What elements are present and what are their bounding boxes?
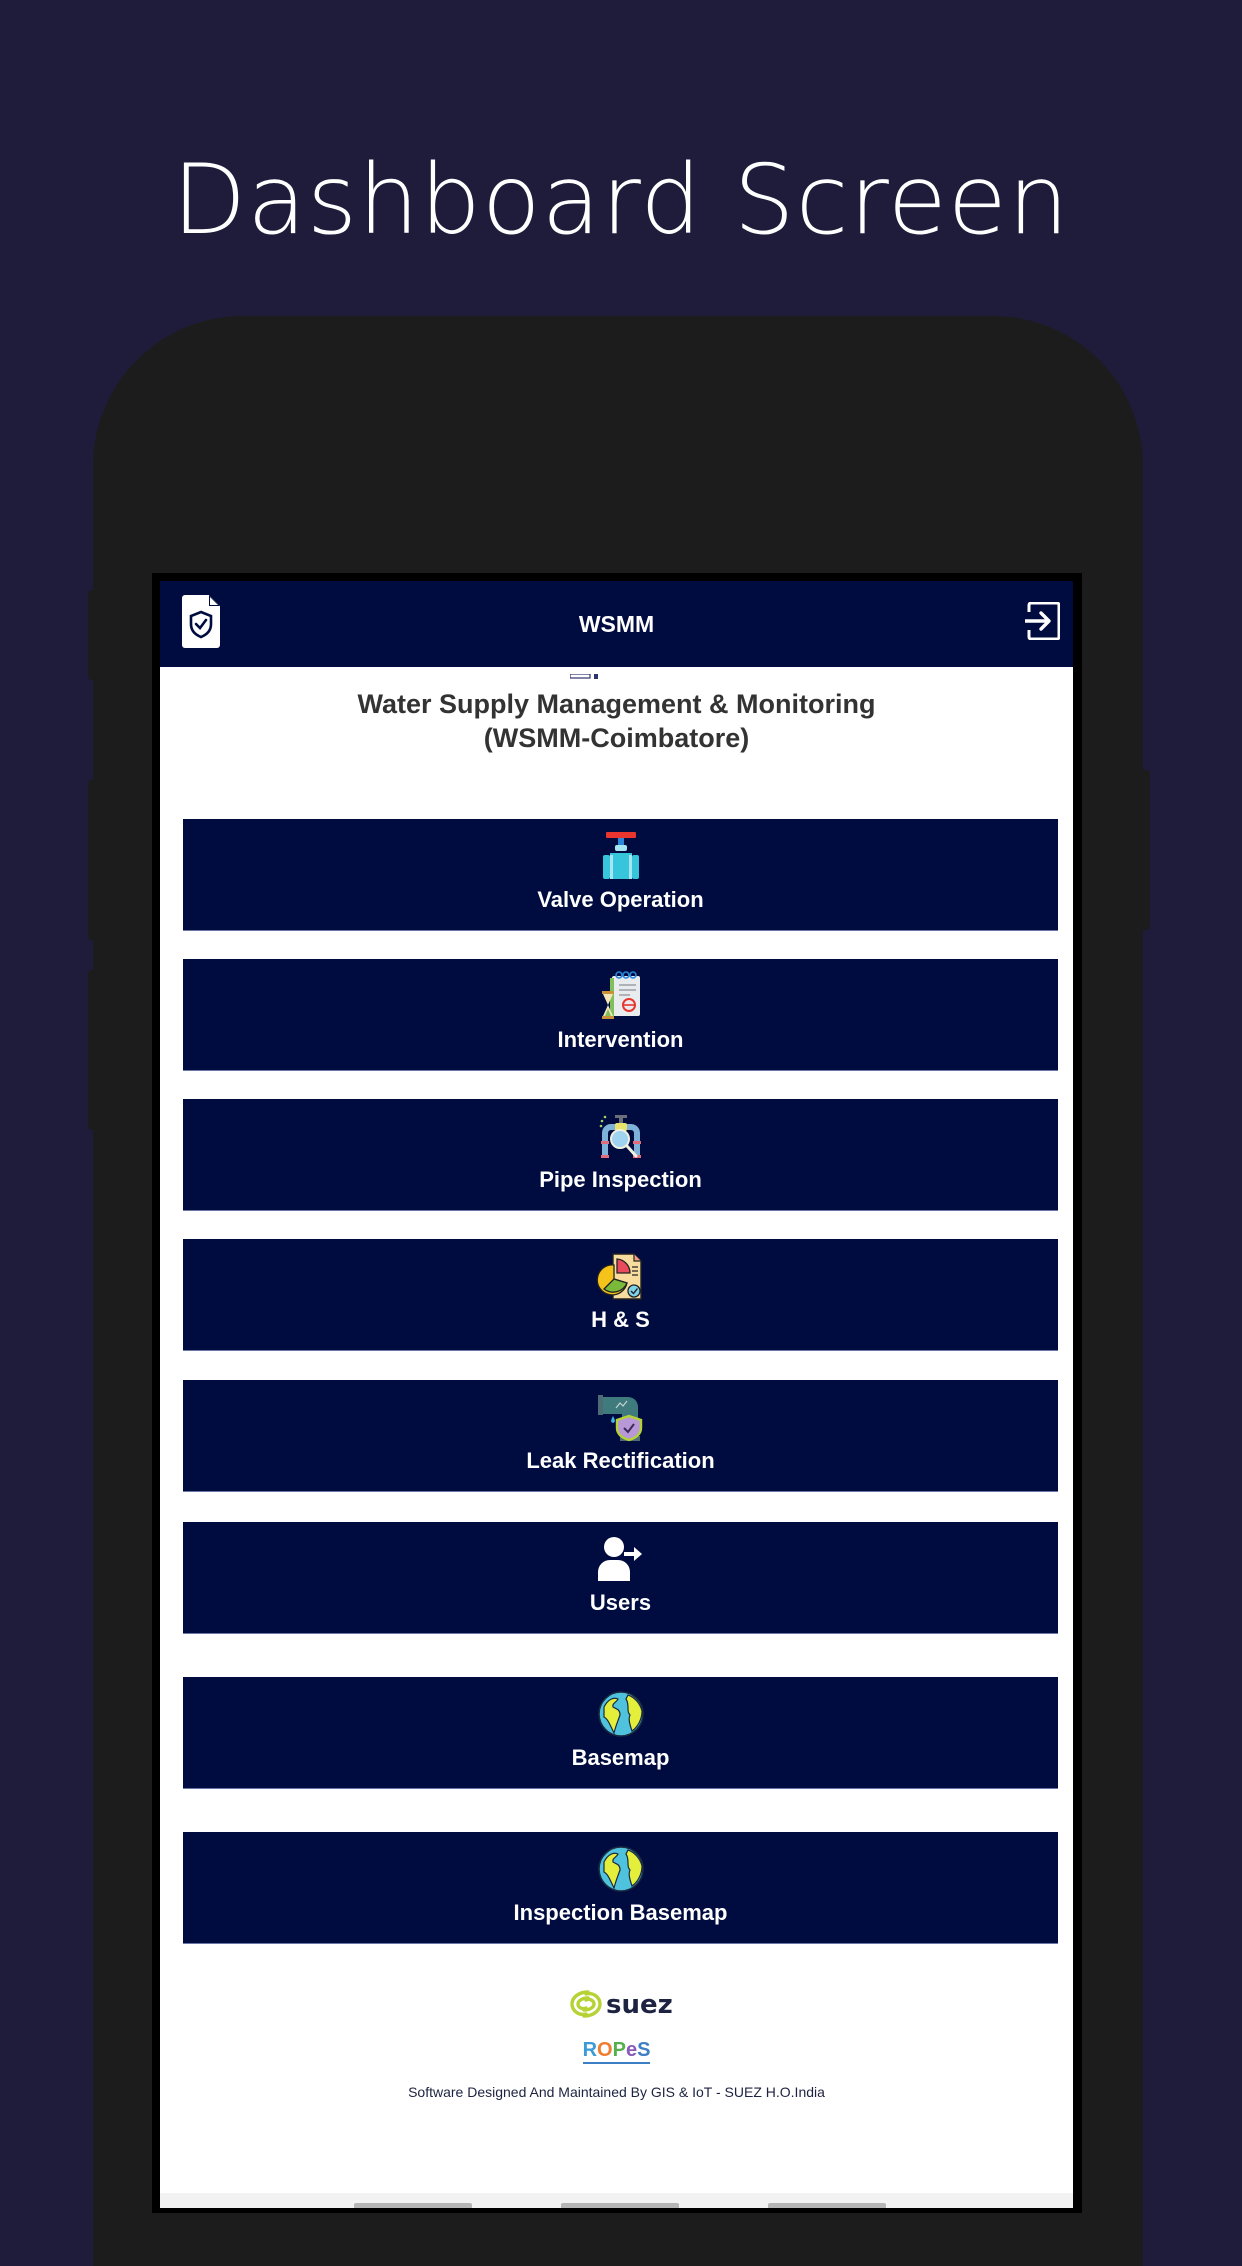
ropes-letter: P [612,2039,626,2061]
ropes-letter: O [597,2039,613,2061]
menu-button-leak-rectification[interactable]: Leak Rectification [183,1380,1058,1492]
footer-credit: Software Designed And Maintained By GIS … [408,2084,825,2100]
menu-button-label: H & S [591,1307,650,1332]
valve-icon [596,831,646,881]
pipe-magnifier-icon [596,1111,646,1161]
app-title: Water Supply Management & Monitoring (WS… [160,687,1073,755]
menu-button-label: Leak Rectification [526,1448,715,1473]
menu-button-label: Intervention [557,1027,684,1052]
menu-button-label: Pipe Inspection [539,1167,702,1192]
menu-button-label: Users [589,1590,652,1615]
bottom-tab[interactable] [561,2203,679,2208]
menu-button-users[interactable]: Users [183,1522,1058,1634]
globe-icon [596,1844,646,1894]
phone-side-button [88,590,98,680]
menu-button-label: Inspection Basemap [513,1900,728,1925]
menu-button-label: Basemap [571,1745,670,1770]
menu-button-basemap[interactable]: Basemap [183,1677,1058,1789]
menu-button-pipe-inspection[interactable]: Pipe Inspection [183,1099,1058,1211]
ropes-letter: e [625,2039,638,2061]
report-pie-chart-icon [596,1251,646,1301]
app-title-line2: (WSMM-Coimbatore) [483,723,750,753]
phone-side-button [88,780,98,940]
menu-button-inspection-basemap[interactable]: Inspection Basemap [183,1832,1058,1944]
suez-logo: suez [568,1986,678,2022]
svg-text:suez: suez [606,1990,673,2020]
bottom-tab[interactable] [354,2203,472,2208]
bottom-tab[interactable] [768,2203,886,2208]
phone-side-button [88,970,98,1130]
app-logo-partial [569,667,600,679]
header-title: WSMM [578,611,655,637]
app-screen: WSMM Water Supply Management & Monitorin… [160,581,1073,2208]
bottom-tab-bar [160,2193,1073,2208]
user-arrow-icon [596,1534,646,1584]
ropes-letter: R [582,2039,598,2061]
leaking-pipe-shield-icon [596,1392,646,1442]
notepad-hourglass-icon [596,971,646,1021]
promo-title: Dashboard Screen [172,144,1070,256]
phone-side-button [1140,770,1150,930]
menu-button-label: Valve Operation [537,887,704,912]
ropes-logo: ROPeS [160,2038,1073,2064]
menu-button-valve-operation[interactable]: Valve Operation [183,819,1058,931]
app-title-line1: Water Supply Management & Monitoring [357,689,876,719]
menu-button-intervention[interactable]: Intervention [183,959,1058,1071]
menu-button-h-and-s[interactable]: H & S [183,1239,1058,1351]
logout-icon[interactable] [1025,601,1061,641]
app-header: WSMM [160,581,1073,667]
ropes-letter: S [637,2039,651,2061]
globe-icon [596,1689,646,1739]
